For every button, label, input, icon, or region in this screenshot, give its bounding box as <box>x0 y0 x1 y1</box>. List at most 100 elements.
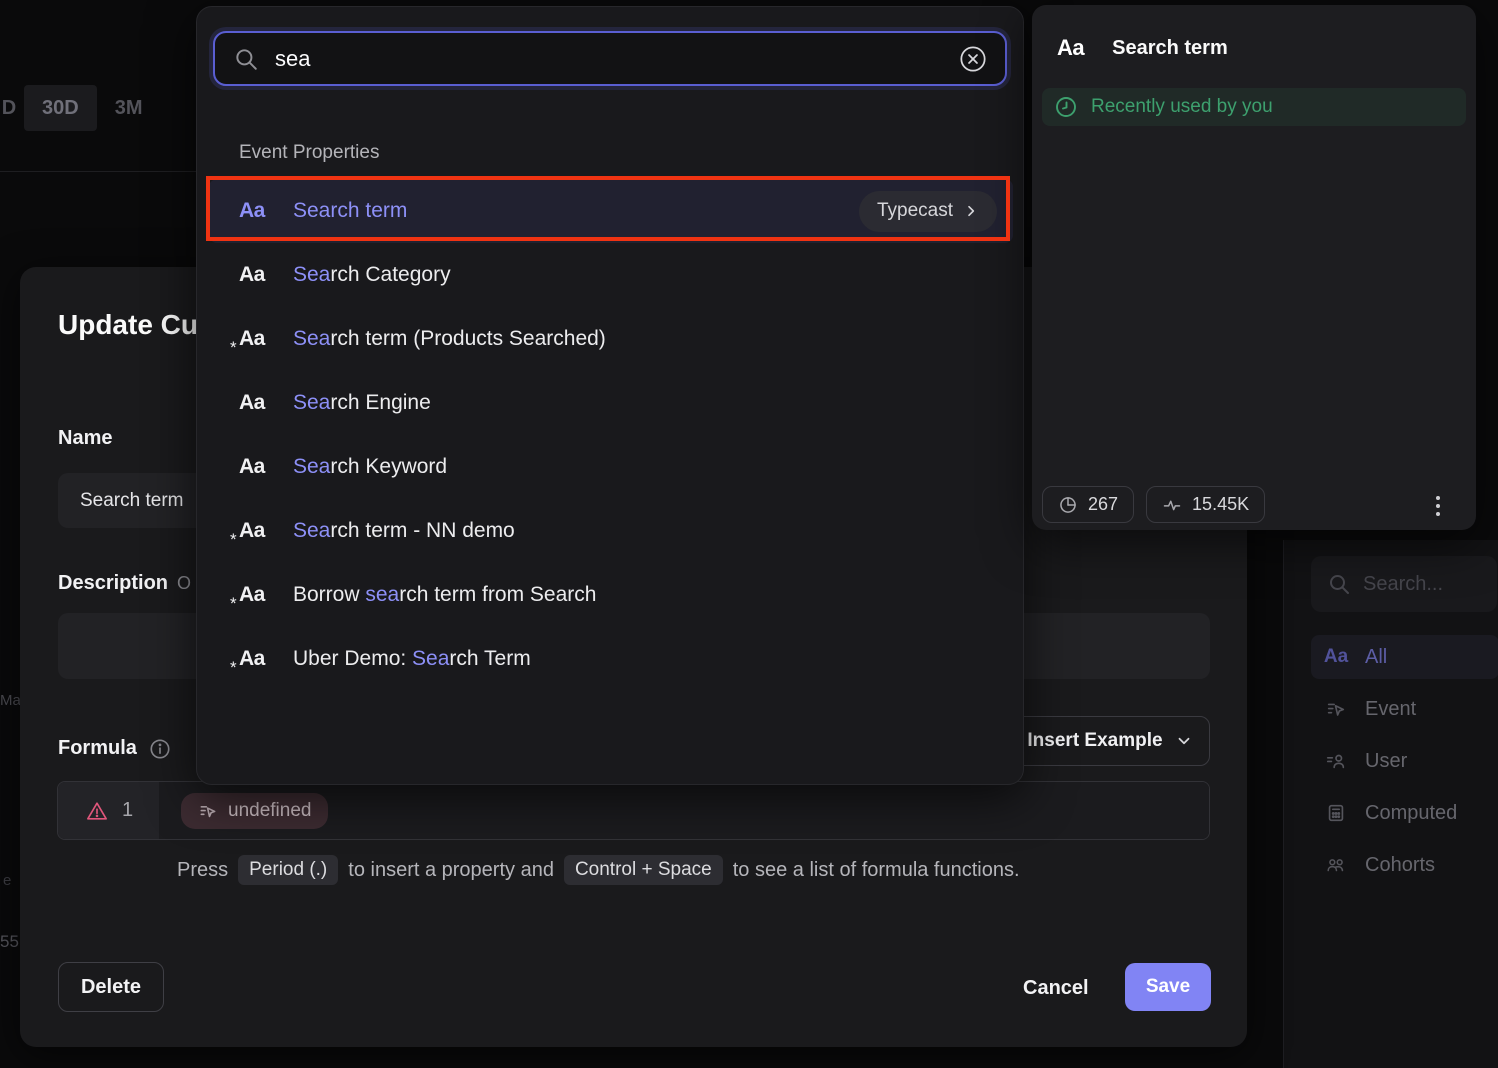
pie-chart-icon <box>1058 495 1078 515</box>
formula-label: Formula <box>58 737 171 760</box>
typecast-button[interactable]: Typecast <box>859 191 997 232</box>
modal-title: Update Cu <box>58 309 198 341</box>
custom-text-type-icon: Aa* <box>239 519 271 543</box>
sidebar-filter-list: Aa All Event User Computed Cohorts <box>1311 635 1498 895</box>
chart-text-fragment: e <box>3 872 11 889</box>
text-type-icon: Aa <box>239 263 271 287</box>
property-result-row[interactable]: Aa Search Category <box>209 243 1013 307</box>
delete-button[interactable]: Delete <box>58 962 164 1012</box>
property-result-row[interactable]: Aa* Search term - NN demo <box>209 499 1013 563</box>
property-results-list: AaSearch termTypecastAaSearch CategoryAa… <box>209 179 1013 691</box>
event-property-icon <box>198 801 218 821</box>
text-type-icon: Aa <box>239 455 271 479</box>
close-circle-icon <box>959 45 987 73</box>
formula-error-gutter: 1 <box>58 782 159 839</box>
property-result-row[interactable]: Aa* Search term (Products Searched) <box>209 307 1013 371</box>
property-search-box[interactable] <box>213 31 1007 86</box>
property-result-label: Search Engine <box>293 391 431 415</box>
info-icon[interactable] <box>149 738 171 760</box>
description-label: DescriptionO <box>58 572 191 595</box>
property-result-label: Borrow search term from Search <box>293 583 596 607</box>
optional-tag: O <box>177 573 191 593</box>
property-result-row[interactable]: Aa* Uber Demo: Search Term <box>209 627 1013 691</box>
custom-text-type-icon: Aa* <box>239 583 271 607</box>
custom-property-asterisk: * <box>230 658 236 678</box>
custom-property-asterisk: * <box>230 530 236 550</box>
event-icon <box>1323 698 1349 720</box>
time-tab[interactable]: D <box>0 85 24 131</box>
sidebar-filter-user[interactable]: User <box>1311 739 1498 783</box>
time-tab[interactable]: 30D <box>24 85 97 131</box>
details-header: Aa Search term <box>1057 35 1228 61</box>
sidebar-filter-label: All <box>1365 646 1387 669</box>
cohorts-icon <box>1323 854 1349 876</box>
sidebar-filter-computed[interactable]: Computed <box>1311 791 1498 835</box>
more-options-button[interactable] <box>1426 494 1450 518</box>
text-type-icon: Aa <box>239 199 271 223</box>
custom-text-type-icon: Aa* <box>239 647 271 671</box>
chevron-down-icon <box>1175 732 1193 750</box>
property-result-label: Uber Demo: Search Term <box>293 647 531 671</box>
sidebar-filter-label: Event <box>1365 698 1416 721</box>
save-button[interactable]: Save <box>1125 963 1211 1011</box>
sidebar-filter-label: User <box>1365 750 1407 773</box>
property-result-row[interactable]: Aa Search Keyword <box>209 435 1013 499</box>
backdrop-divider <box>0 171 196 172</box>
activity-stat-pill[interactable]: 15.45K <box>1146 486 1265 523</box>
text-type-icon: Aa <box>1057 35 1084 61</box>
property-result-row[interactable]: Aa Search term Typecast <box>209 179 1013 243</box>
formula-hint: Press Period (.) to insert a property an… <box>177 855 1020 885</box>
sidebar-filter-all[interactable]: Aa All <box>1311 635 1498 679</box>
user-icon <box>1323 750 1349 772</box>
search-icon <box>1327 572 1351 596</box>
search-icon <box>233 46 259 72</box>
property-result-label: Search Keyword <box>293 455 447 479</box>
sidebar-filter-label: Cohorts <box>1365 854 1435 877</box>
text-type-icon: Aa <box>239 391 271 415</box>
property-details-panel: Aa Search term Recently used by you 267 1… <box>1032 5 1476 530</box>
clock-icon <box>1054 95 1078 119</box>
kbd-period: Period (.) <box>238 855 338 885</box>
property-result-label: Search term (Products Searched) <box>293 327 606 351</box>
time-range-tabs: D30D3M <box>0 85 161 131</box>
time-tab[interactable]: 3M <box>97 85 161 131</box>
details-stats: 267 15.45K <box>1042 486 1265 523</box>
cancel-button[interactable]: Cancel <box>1003 967 1109 1010</box>
chevron-right-icon <box>963 203 979 219</box>
stat-value: 15.45K <box>1192 494 1249 515</box>
text-type-icon: Aa <box>1323 646 1349 668</box>
sidebar-search-input[interactable] <box>1363 573 1481 596</box>
name-label: Name <box>58 427 112 450</box>
sidebar-filter-event[interactable]: Event <box>1311 687 1498 731</box>
custom-property-asterisk: * <box>230 338 236 358</box>
property-result-label: Search term <box>293 199 407 223</box>
clear-search-button[interactable] <box>959 45 987 73</box>
stat-value: 267 <box>1088 494 1118 515</box>
sidebar-filter-label: Computed <box>1365 802 1457 825</box>
kbd-control-space: Control + Space <box>564 855 723 885</box>
custom-text-type-icon: Aa* <box>239 327 271 351</box>
pie-chart-stat-pill[interactable]: 267 <box>1042 486 1134 523</box>
property-result-row[interactable]: Aa Search Engine <box>209 371 1013 435</box>
property-result-row[interactable]: Aa* Borrow search term from Search <box>209 563 1013 627</box>
property-result-label: Search term - NN demo <box>293 519 515 543</box>
undefined-property-chip[interactable]: undefined <box>181 793 328 829</box>
error-line-number: 1 <box>122 799 133 822</box>
sidebar-search-box[interactable] <box>1311 556 1497 612</box>
formula-input-area[interactable]: undefined <box>159 782 1209 839</box>
details-title: Search term <box>1112 37 1228 60</box>
warning-icon <box>86 800 108 822</box>
sidebar-filter-cohorts[interactable]: Cohorts <box>1311 843 1498 887</box>
recently-used-badge: Recently used by you <box>1042 88 1466 126</box>
chart-text-fragment: 55 <box>0 932 19 952</box>
formula-editor[interactable]: 1 undefined <box>57 781 1210 840</box>
property-filter-sidebar: Aa All Event User Computed Cohorts <box>1283 540 1498 1068</box>
property-search-input[interactable] <box>275 46 943 72</box>
property-result-label: Search Category <box>293 263 451 287</box>
computed-icon <box>1323 802 1349 824</box>
property-search-dropdown: Event Properties AaSearch termTypecastAa… <box>196 6 1024 785</box>
activity-icon <box>1162 495 1182 515</box>
insert-example-button[interactable]: Insert Example <box>1010 716 1210 766</box>
section-label-event-properties: Event Properties <box>239 142 379 164</box>
custom-property-asterisk: * <box>230 594 236 614</box>
